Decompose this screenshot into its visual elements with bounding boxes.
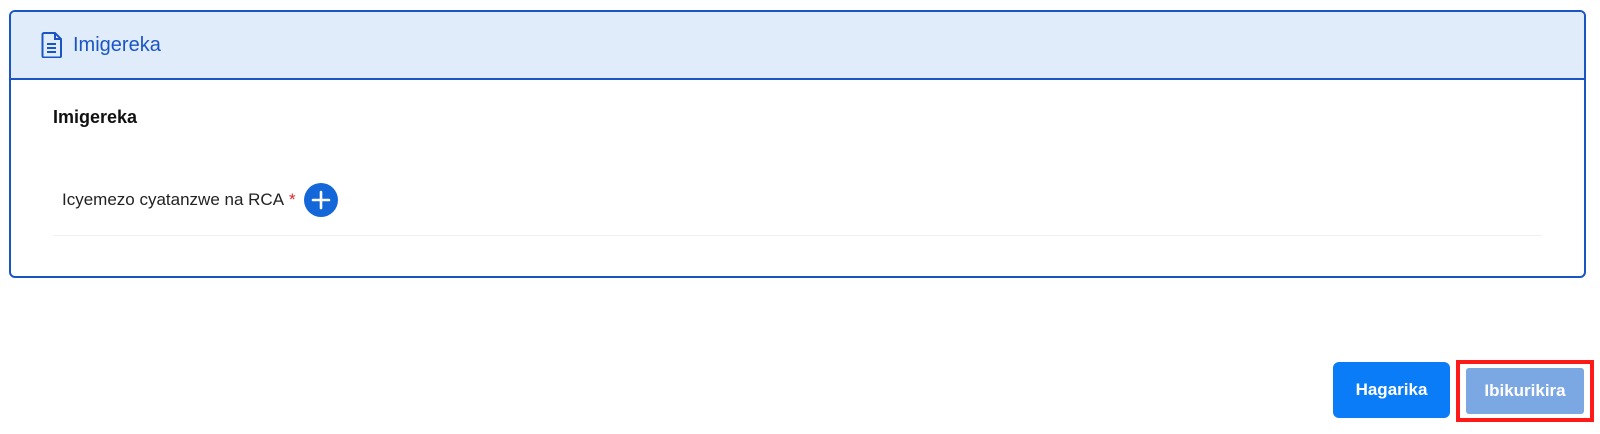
attachments-card: Imigereka Imigereka Icyemezo cyatanzwe n… bbox=[9, 10, 1586, 278]
required-marker: * bbox=[289, 189, 296, 209]
field-label: Icyemezo cyatanzwe na RCA bbox=[62, 189, 285, 209]
next-button[interactable]: Ibikurikira bbox=[1466, 368, 1584, 414]
cancel-button[interactable]: Hagarika bbox=[1333, 362, 1450, 418]
card-header: Imigereka bbox=[11, 12, 1584, 80]
plus-icon bbox=[311, 190, 330, 209]
file-document-icon bbox=[41, 32, 63, 58]
section-title: Imigereka bbox=[53, 107, 138, 127]
attachment-field-row: Icyemezo cyatanzwe na RCA * bbox=[53, 164, 1542, 236]
page: Imigereka Imigereka Icyemezo cyatanzwe n… bbox=[0, 0, 1600, 434]
card-header-title: Imigereka bbox=[73, 33, 161, 56]
add-attachment-button[interactable] bbox=[303, 182, 338, 217]
